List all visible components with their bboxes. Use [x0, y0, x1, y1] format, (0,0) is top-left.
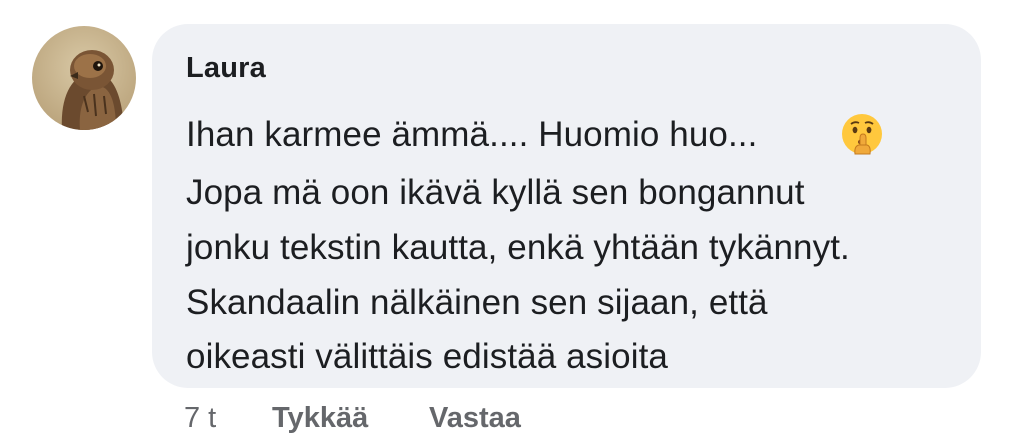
comment-author[interactable]: Laura	[186, 52, 266, 85]
like-button[interactable]: Tykkää	[272, 402, 368, 435]
avatar[interactable]	[32, 26, 136, 130]
comment-text-line: Skandaalin nälkäinen sen sijaan, että	[186, 283, 768, 322]
comment-text-line: Jopa mä oon ikävä kyllä sen bongannut	[186, 173, 805, 212]
reply-button[interactable]: Vastaa	[429, 402, 521, 435]
comment-text-line: jonku tekstin kautta, enkä yhtään tykänn…	[186, 228, 850, 267]
shushing-face-icon	[838, 110, 886, 158]
bird-avatar-icon	[32, 26, 136, 130]
comment-text-line: oikeasti välittäis edistää asioita	[186, 337, 668, 376]
comment: Laura Ihan karmee ämmä.... Huomio huo...…	[0, 0, 1024, 444]
comment-text-line: Ihan karmee ämmä.... Huomio huo...	[186, 115, 758, 154]
comment-timestamp[interactable]: 7 t	[184, 402, 216, 435]
